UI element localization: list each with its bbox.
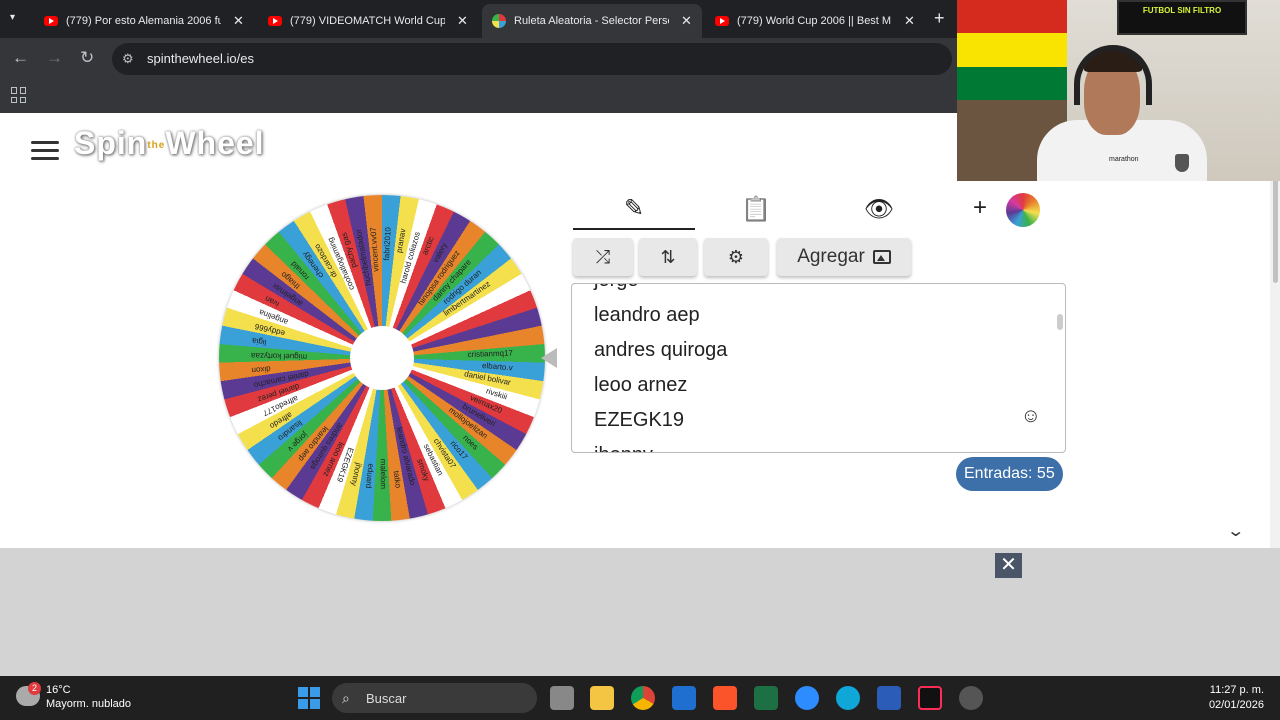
site-logo[interactable]: SpintheWheel [74,125,265,162]
entries-textarea[interactable]: jorge leandro aep andres quiroga leoo ar… [571,283,1066,453]
entries-scrollbar[interactable] [1057,314,1063,330]
clock-date: 02/01/2026 [1208,699,1264,711]
apps-grid-icon[interactable] [11,87,27,103]
add-image-button[interactable]: Agregar [777,238,911,276]
tab-title: (779) Por esto Alemania 2006 fue [66,15,221,27]
bolivia-flag [957,0,1067,100]
chevron-down-icon[interactable]: ⌄ [1226,521,1245,541]
tv-screen: FUTBOL SIN FILTRO [1117,0,1247,35]
add-label: Agregar [797,246,865,267]
shuffle-button[interactable]: ⤮ [573,238,633,276]
site-info-icon[interactable]: ⚙ [122,51,134,67]
emoji-icon[interactable]: ☺ [1021,405,1041,428]
clipboard-icon: 📋 [741,195,771,223]
tab-hidden[interactable]: 👁 [818,188,940,230]
word-icon[interactable] [877,686,901,710]
windows-start-icon[interactable] [298,687,320,709]
close-tab-icon[interactable]: ✕ [681,13,692,29]
spin-wheel-favicon-icon [492,14,506,28]
new-tab-button[interactable]: + [934,8,945,29]
taskbar-search[interactable]: ⌕ Buscar [332,683,537,713]
youtube-icon [715,16,729,26]
close-tab-icon[interactable]: ✕ [457,13,468,29]
panel-tabs: ✎ 📋 👁 + [573,188,1065,230]
logo-text-spin: Spin [74,125,148,161]
search-icon: ⌕ [342,690,350,706]
file-explorer-mini-icon[interactable] [550,686,574,710]
tab-edit[interactable]: ✎ [573,188,695,230]
shuffle-icon: ⤮ [595,246,611,267]
browser-tab[interactable]: (779) VIDEOMATCH World Cup ✕ [258,6,478,36]
reload-button[interactable]: ↻ [80,48,94,68]
url-text[interactable]: spinthewheel.io/es [147,51,254,66]
system-clock[interactable]: 11:27 p. m. 02/01/2026 [1192,683,1264,713]
close-ad-button[interactable]: ✕ [995,553,1022,578]
gear-icon: ⚙ [727,246,745,267]
shirt-crest-icon [1175,154,1189,172]
tab-title: Ruleta Aleatoria - Selector Perso [514,15,669,27]
entries-count-badge: Entradas: 55 [956,457,1063,491]
eye-slash-icon: 👁 [863,195,895,223]
tab-title: (779) VIDEOMATCH World Cup [290,15,445,27]
tab-title: (779) World Cup 2006 || Best M [737,15,892,27]
list-item: andres quiroga [594,339,728,361]
shirt-brand-text: marathon [1109,156,1139,163]
list-item: jhonny [594,438,727,452]
temperature: 16°C [46,684,71,696]
browser-tab-active[interactable]: Ruleta Aleatoria - Selector Perso ✕ [482,4,702,38]
excel-icon[interactable] [754,686,778,710]
wheel-pointer-icon [541,348,557,368]
folder-icon[interactable] [590,686,614,710]
settings-button[interactable]: ⚙ [704,238,768,276]
screen: ▾ (779) Por esto Alemania 2006 fue ✕ (77… [0,0,1280,720]
sort-icon: ⇅ [660,246,676,267]
browser-tab[interactable]: (779) Por esto Alemania 2006 fue ✕ [34,6,254,36]
close-tab-icon[interactable]: ✕ [233,13,244,29]
windows-taskbar: 2 16°C Mayorm. nublado ⌕ Buscar 11:27 p.… [0,676,1280,720]
search-label: Buscar [366,691,407,706]
omnibox[interactable]: ⚙ spinthewheel.io/es [112,43,952,75]
zoom-icon[interactable] [795,686,819,710]
obs-icon[interactable] [959,686,983,710]
tab-results[interactable]: 📋 [695,188,817,230]
entries-list[interactable]: jorge leandro aep andres quiroga leoo ar… [594,284,728,452]
store-icon[interactable] [672,686,696,710]
pencil-icon: ✎ [623,194,645,222]
color-palette-icon[interactable] [1006,193,1040,227]
back-button[interactable]: ← [12,48,29,68]
add-wheel-button[interactable]: + [973,194,987,222]
tab-search-dropdown-icon[interactable]: ▾ [10,12,15,23]
webcam-overlay: FUTBOL SIN FILTRO marathon [957,0,1280,181]
tiktok-icon[interactable] [918,686,942,710]
chrome-icon[interactable] [631,686,655,710]
edge-icon[interactable] [836,686,860,710]
notification-badge: 2 [28,682,41,695]
list-item: EZEGK19 [594,409,685,431]
wheel-center-button[interactable] [350,326,414,390]
youtube-icon [44,16,58,26]
ad-area: ✕ [0,548,1280,676]
spin-wheel[interactable]: cristianmq17 elbarto.v daniel bolivar rivsk… [219,195,545,521]
image-icon [872,250,891,264]
weather-description: Mayorm. nublado [46,698,131,710]
sort-button[interactable]: ⇅ [639,238,697,276]
clock-time: 11:27 p. m. [1209,684,1264,696]
youtube-icon [268,16,282,26]
menu-hamburger-icon[interactable] [31,141,59,161]
logo-text-wheel: Wheel [165,125,265,161]
list-item: jorge [594,284,727,298]
close-tab-icon[interactable]: ✕ [904,13,915,29]
browser-tab[interactable]: (779) World Cup 2006 || Best M ✕ [705,6,925,36]
list-item: leandro aep [594,304,700,326]
logo-text-the: the [147,140,166,152]
forward-button[interactable]: → [46,48,63,68]
brave-icon[interactable] [713,686,737,710]
list-item: leoo arnez [594,374,688,396]
